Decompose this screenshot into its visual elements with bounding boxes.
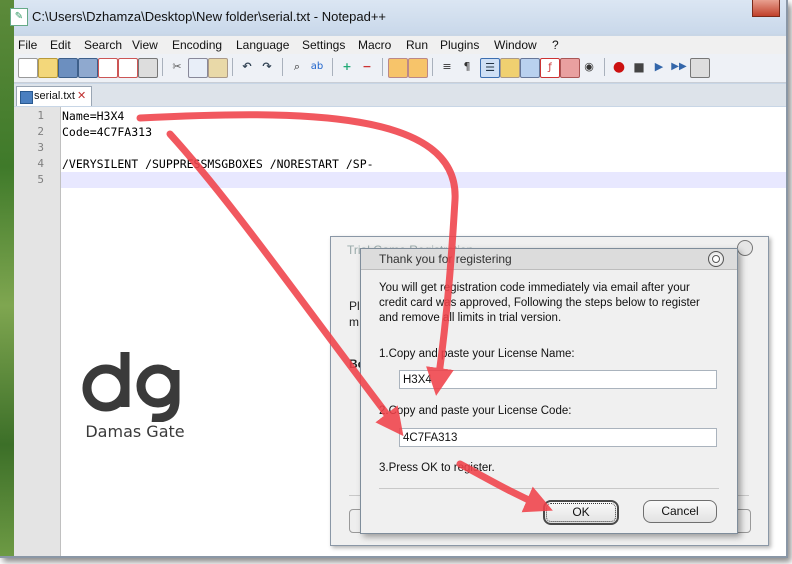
dg-logo-icon [82,352,180,423]
folder-workspace-icon[interactable] [560,58,580,78]
indent-guide-icon[interactable]: ☰ [480,58,500,78]
toolbar-divider [282,58,283,76]
monitoring-icon[interactable]: ◉ [580,58,598,76]
window-close-button[interactable] [752,0,780,17]
tab-serial-txt[interactable]: serial.txt ✕ [16,86,92,106]
replace-icon[interactable]: ab [308,58,326,76]
toolbar-divider [432,58,433,76]
license-code-field[interactable]: 4C7FA313 [399,428,717,447]
title-bar[interactable]: ✎ C:\Users\Dzhamza\Desktop\New folder\se… [10,0,786,34]
dialog-close-icon[interactable] [708,251,724,267]
menu-file[interactable]: File [18,38,37,52]
sync-horizontal-icon[interactable] [408,58,428,78]
registration-dialog: Thank you for registering You will get r… [360,248,738,534]
sync-vertical-icon[interactable] [388,58,408,78]
paste-icon[interactable] [208,58,228,78]
menu-macro[interactable]: Macro [358,38,391,52]
save-all-icon[interactable] [78,58,98,78]
print-icon[interactable] [138,58,158,78]
file-icon [20,91,33,104]
menu-encoding[interactable]: Encoding [172,38,222,52]
function-list-icon[interactable]: ƒ [540,58,560,78]
line-number: 5 [37,173,44,186]
toolbar-divider [382,58,383,76]
close-file-icon[interactable] [98,58,118,78]
license-code-label: 2.Copy and paste your License Code: [379,405,572,417]
menu-edit[interactable]: Edit [50,38,71,52]
find-icon[interactable]: ⌕ [288,58,306,76]
play-multiple-icon[interactable]: ▶▶ [670,58,688,76]
menu-help[interactable]: ? [552,38,559,52]
menu-run[interactable]: Run [406,38,428,52]
menu-language[interactable]: Language [236,38,289,52]
desktop-background-strip [0,0,14,556]
logo-text: Damas Gate [85,422,185,441]
menu-search[interactable]: Search [84,38,122,52]
close-all-icon[interactable] [118,58,138,78]
line-number: 3 [37,141,44,154]
copy-icon[interactable] [188,58,208,78]
background-dialog-text: Pl [349,299,360,313]
code-line: Name=H3X4 [62,109,125,123]
background-dialog-text: m [349,315,359,329]
license-name-field[interactable]: H3X4 [399,370,717,389]
menu-window[interactable]: Window [494,38,537,52]
dialog-title-bar[interactable]: Thank you for registering [361,249,737,270]
press-ok-label: 3.Press OK to register. [379,462,495,474]
menu-settings[interactable]: Settings [302,38,345,52]
toolbar-divider [332,58,333,76]
new-file-icon[interactable] [18,58,38,78]
toolbar-divider [604,58,605,76]
ok-button[interactable]: OK [543,500,619,525]
line-number: 4 [37,157,44,170]
stop-macro-icon[interactable]: ■ [630,58,648,76]
zoom-in-icon[interactable]: + [338,58,356,76]
word-wrap-icon[interactable]: ≡ [438,58,456,76]
cut-icon[interactable]: ✂ [168,58,186,76]
dialog-intro-line: You will get registration code immediate… [379,282,690,294]
udl-icon[interactable] [500,58,520,78]
notepad-window: ✎ C:\Users\Dzhamza\Desktop\New folder\se… [0,0,788,558]
cancel-button[interactable]: Cancel [643,500,717,523]
dialog-title: Thank you for registering [379,252,512,266]
license-name-label: 1.Copy and paste your License Name: [379,348,575,360]
line-number-gutter: 1 2 3 4 5 [14,107,61,556]
window-title: C:\Users\Dzhamza\Desktop\New folder\seri… [32,9,387,24]
dialog-intro-line: credit card was approved, Following the … [379,297,700,309]
redo-icon[interactable]: ↷ [258,58,276,76]
current-line-highlight [61,172,786,188]
menu-plugins[interactable]: Plugins [440,38,479,52]
code-line: Code=4C7FA313 [62,125,153,139]
line-number: 1 [37,109,44,122]
play-macro-icon[interactable]: ▶ [650,58,668,76]
menu-view[interactable]: View [132,38,158,52]
line-number: 2 [37,125,44,138]
tab-bar: serial.txt ✕ [14,84,786,106]
tab-close-icon[interactable]: ✕ [77,89,86,102]
dialog-divider [379,488,719,489]
zoom-out-icon[interactable]: − [358,58,376,76]
toolbar-divider [232,58,233,76]
doc-map-icon[interactable] [520,58,540,78]
tab-label: serial.txt [34,90,75,102]
menu-bar: File Edit Search View Encoding Language … [14,36,786,54]
record-macro-icon[interactable]: ● [610,58,628,76]
notepad-app-icon: ✎ [10,8,28,26]
undo-icon[interactable]: ↶ [238,58,256,76]
code-line: /VERYSILENT /SUPPRESSMSGBOXES /NORESTART… [62,157,374,171]
background-dialog-close-icon[interactable] [737,240,753,256]
dialog-intro-line: and remove all limits in trial version. [379,312,562,324]
toolbar-divider [162,58,163,76]
show-all-chars-icon[interactable]: ¶ [458,58,476,76]
damas-gate-logo: Damas Gate [80,350,190,445]
toolbar: ✂ ↶ ↷ ⌕ ab + − ≡ ¶ ☰ ƒ ◉ ● ■ ▶ ▶▶ [14,54,786,83]
save-macro-icon[interactable] [690,58,710,78]
open-file-icon[interactable] [38,58,58,78]
save-icon[interactable] [58,58,78,78]
